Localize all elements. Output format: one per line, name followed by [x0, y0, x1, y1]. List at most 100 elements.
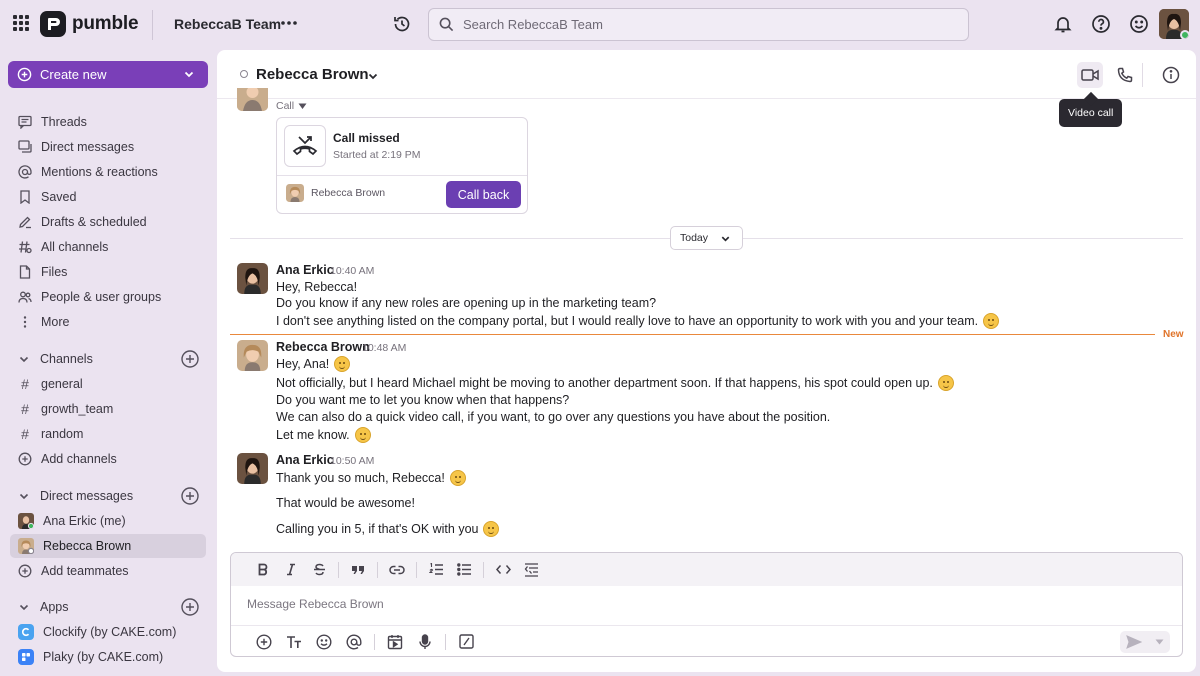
search-input[interactable] — [463, 17, 943, 32]
section-title: Channels — [40, 352, 93, 366]
apps-section-header[interactable]: Apps — [10, 595, 206, 619]
dm-item-ana-erkic[interactable]: Ana Erkic (me) — [10, 509, 206, 533]
smile-emoji-icon — [334, 356, 351, 372]
sidebar-item-people[interactable]: People & user groups — [10, 285, 206, 309]
presence-indicator — [240, 70, 248, 78]
message-text: Let me know. — [276, 428, 350, 442]
bullet-list-icon[interactable] — [450, 559, 478, 581]
caret-down-icon[interactable] — [298, 103, 307, 110]
message-text: Do you know if any new roles are opening… — [276, 296, 657, 310]
files-icon — [18, 265, 32, 279]
avatar[interactable] — [237, 340, 268, 371]
emoji-status-icon[interactable] — [1129, 14, 1149, 34]
create-new-button[interactable]: Create new — [8, 61, 208, 88]
history-icon[interactable] — [392, 14, 412, 34]
conversation-title[interactable]: Rebecca Brown — [256, 66, 369, 83]
text-format-icon[interactable] — [279, 630, 309, 654]
sidebar-item-saved[interactable]: Saved — [10, 185, 206, 209]
divider — [338, 561, 339, 578]
team-name[interactable]: RebeccaB Team — [174, 16, 281, 32]
audio-call-button[interactable] — [1112, 62, 1138, 88]
user-avatar[interactable] — [1159, 9, 1189, 39]
ordered-list-icon[interactable] — [422, 559, 450, 581]
call-back-button[interactable]: Call back — [446, 181, 521, 208]
add-channel-icon[interactable] — [180, 349, 200, 369]
details-button[interactable] — [1158, 62, 1184, 88]
video-camera-icon — [1081, 69, 1099, 81]
code-icon[interactable] — [489, 559, 517, 581]
bookmark-icon — [18, 190, 32, 204]
message-text: I don't see anything listed on the compa… — [276, 314, 979, 328]
mention-icon[interactable] — [339, 630, 369, 654]
send-options-chevron-icon[interactable] — [1155, 639, 1164, 645]
app-item-clockify[interactable]: Clockify (by CAKE.com) — [10, 620, 206, 644]
add-teammates-button[interactable]: Add teammates — [10, 559, 206, 583]
add-app-icon[interactable] — [180, 597, 200, 617]
message-author[interactable]: Ana Erkic — [276, 453, 334, 467]
microphone-icon[interactable] — [410, 630, 440, 654]
add-teammates-label: Add teammates — [41, 564, 129, 578]
sidebar-item-all-channels[interactable]: All channels — [10, 235, 206, 259]
add-dm-icon[interactable] — [180, 486, 200, 506]
attach-plus-icon[interactable] — [249, 630, 279, 654]
drafts-icon — [18, 215, 32, 229]
app-grid-icon[interactable] — [13, 15, 29, 31]
dm-item-rebecca-brown[interactable]: Rebecca Brown — [10, 534, 206, 558]
mention-icon — [18, 165, 32, 179]
quote-icon[interactable] — [344, 559, 372, 581]
video-call-tooltip: Video call — [1059, 99, 1123, 127]
sidebar-item-direct-messages[interactable]: Direct messages — [10, 135, 206, 159]
channel-item-general[interactable]: # general — [10, 372, 206, 396]
link-icon[interactable] — [383, 559, 411, 581]
slash-command-icon[interactable] — [451, 630, 481, 654]
bell-icon[interactable] — [1053, 14, 1073, 34]
search-bar[interactable] — [428, 8, 969, 41]
sidebar-item-label: People & user groups — [41, 290, 162, 304]
avatar[interactable] — [237, 263, 268, 294]
message-author[interactable]: Rebecca Brown — [276, 340, 370, 354]
caller: Rebecca Brown — [286, 184, 385, 202]
app-item-plaky[interactable]: Plaky (by CAKE.com) — [10, 645, 206, 669]
message-line: Do you know if any new roles are opening… — [276, 296, 656, 310]
emoji-icon[interactable] — [309, 630, 339, 654]
missed-call-icon — [284, 125, 326, 167]
message-author[interactable]: Ana Erkic — [276, 263, 334, 277]
channels-section-header[interactable]: Channels — [10, 347, 206, 371]
schedule-icon[interactable] — [380, 630, 410, 654]
bold-icon[interactable] — [249, 559, 277, 581]
plaky-icon — [18, 649, 34, 665]
send-icon[interactable] — [1126, 635, 1142, 649]
message-time: 10:50 AM — [330, 455, 375, 467]
avatar — [18, 538, 34, 554]
sidebar-item-drafts[interactable]: Drafts & scheduled — [10, 210, 206, 234]
sidebar-item-mentions[interactable]: Mentions & reactions — [10, 160, 206, 184]
divider — [445, 633, 446, 650]
help-icon[interactable] — [1091, 14, 1111, 34]
channel-item-random[interactable]: # random — [10, 422, 206, 446]
sidebar-item-label: Threads — [41, 115, 87, 129]
message-input[interactable] — [247, 597, 1147, 611]
formatting-toolbar — [231, 553, 1182, 586]
message-text: Thank you so much, Rebecca! — [276, 471, 445, 485]
avatar[interactable] — [237, 453, 268, 484]
date-divider-button[interactable]: Today — [670, 226, 743, 250]
chevron-down-icon — [19, 493, 29, 500]
sidebar-item-files[interactable]: Files — [10, 260, 206, 284]
add-channels-button[interactable]: Add channels — [10, 447, 206, 471]
sidebar-item-threads[interactable]: Threads — [10, 110, 206, 134]
message-text: Hey, Rebecca! — [276, 280, 358, 294]
online-status-dot — [1180, 30, 1189, 39]
chevron-down-icon[interactable] — [367, 70, 379, 82]
code-block-icon[interactable] — [517, 559, 545, 581]
video-call-button[interactable] — [1077, 62, 1103, 88]
threads-icon — [18, 115, 32, 129]
sidebar-item-more[interactable]: More — [10, 310, 206, 334]
dm-section-header[interactable]: Direct messages — [10, 484, 206, 508]
hash-icon: # — [21, 376, 29, 392]
more-horizontal-icon[interactable] — [280, 14, 298, 32]
channel-item-growth-team[interactable]: # growth_team — [10, 397, 206, 421]
strikethrough-icon[interactable] — [305, 559, 333, 581]
italic-icon[interactable] — [277, 559, 305, 581]
phone-icon — [1117, 67, 1133, 83]
sidebar-item-label: All channels — [41, 240, 109, 254]
